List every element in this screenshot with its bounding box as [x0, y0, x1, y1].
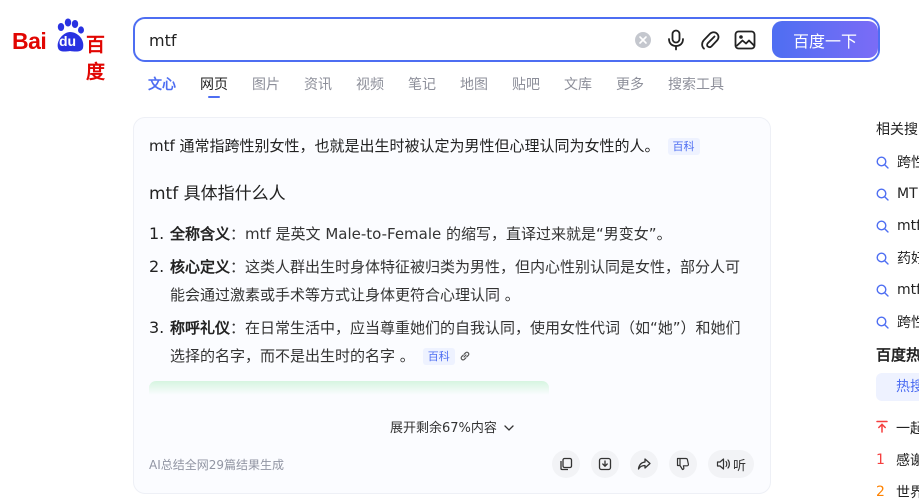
- tab-map[interactable]: 地图: [460, 74, 488, 100]
- tab-images[interactable]: 图片: [252, 74, 280, 100]
- copy-icon: [560, 457, 573, 471]
- search-icon: [876, 251, 889, 265]
- hot-search-tab[interactable]: 热搜: [876, 373, 919, 401]
- image-search-icon[interactable]: [734, 29, 756, 51]
- related-search-item[interactable]: mtf: [876, 210, 919, 242]
- search-box: 百度一下: [133, 17, 880, 62]
- baike-source-tag[interactable]: 百科: [667, 138, 700, 155]
- microphone-icon[interactable]: [665, 29, 687, 51]
- search-icon: [876, 155, 889, 169]
- list-text: ：mtf 是英文 Male-to-Female 的缩写，直译过来就是“男变女”。: [230, 225, 672, 243]
- related-search-text: MT: [897, 186, 918, 202]
- search-icon: [876, 283, 889, 297]
- expand-more-button[interactable]: 展开剩余67%内容: [134, 417, 770, 436]
- download-icon: [598, 457, 612, 471]
- save-button[interactable]: [591, 450, 619, 478]
- logo-text-bai: Bai: [12, 28, 47, 54]
- tab-news[interactable]: 资讯: [304, 74, 332, 100]
- list-text: ：这类人群出生时身体特征被归类为男性，但内心性别认同是女性，部分人可能会通过激素…: [170, 258, 741, 304]
- fade-preview: [149, 381, 549, 395]
- ai-summary-text: mtf 通常指跨性别女性，也就是出生时被认定为男性但心理认同为女性的人。: [149, 137, 660, 155]
- search-icon: [876, 315, 889, 329]
- list-term: 称呼礼仪: [170, 319, 231, 337]
- related-search-item[interactable]: mtf: [876, 274, 919, 306]
- list-term: 核心定义: [170, 258, 231, 276]
- list-item: 2. 核心定义：这类人群出生时身体特征被归类为男性，但内心性别认同是女性，部分人…: [149, 253, 754, 309]
- list-text: ：在日常生活中，应当尊重她们的自我认同，使用女性代词（如“她”）和她们选择的名字…: [170, 319, 741, 365]
- ai-actions: 听: [541, 450, 754, 478]
- tab-more[interactable]: 更多: [616, 74, 644, 100]
- dislike-button[interactable]: [669, 450, 697, 478]
- related-search-text: 跨性: [897, 155, 919, 171]
- pinned-top-icon: [876, 420, 896, 437]
- related-searches-list: 跨性 MT mtf 药好 mtf 跨性: [876, 146, 919, 338]
- list-term: 全称含义: [170, 225, 231, 243]
- tab-video[interactable]: 视频: [356, 74, 384, 100]
- related-search-item[interactable]: 跨性: [876, 306, 919, 338]
- logo-text-du: du: [59, 33, 77, 49]
- list-item: 1. 全称含义：mtf 是英文 Male-to-Female 的缩写，直译过来就…: [149, 220, 754, 248]
- tab-wenku[interactable]: 文库: [564, 74, 592, 100]
- list-number: 3.: [149, 318, 165, 337]
- search-icon: [876, 187, 889, 201]
- list-number: 1.: [149, 224, 165, 243]
- tab-tieba[interactable]: 贴吧: [512, 74, 540, 100]
- speaker-icon: [716, 458, 730, 470]
- search-icon: [876, 219, 889, 233]
- search-button[interactable]: 百度一下: [772, 21, 878, 58]
- share-icon: [637, 458, 651, 470]
- hot-rank: 1: [876, 452, 885, 468]
- related-search-item[interactable]: MT: [876, 178, 919, 210]
- hot-search-item[interactable]: 一起: [876, 412, 919, 444]
- baike-source-tag[interactable]: 百科: [422, 348, 455, 365]
- related-search-text: mtf: [897, 218, 919, 234]
- related-search-text: mtf: [897, 282, 919, 298]
- hot-search-item[interactable]: 2 世界: [876, 476, 919, 499]
- ai-generated-note: AI总结全网29篇结果生成: [149, 458, 285, 472]
- hot-search-title: 百度热: [876, 346, 919, 364]
- baidu-logo[interactable]: Bai du 百度: [12, 18, 116, 83]
- clear-icon[interactable]: [632, 29, 654, 51]
- related-searches-title: 相关搜: [876, 122, 918, 138]
- hot-search-item[interactable]: 1 感谢: [876, 444, 919, 476]
- listen-button[interactable]: 听: [708, 450, 754, 478]
- logo-text-baidu-cn: 百度: [86, 34, 106, 83]
- copy-button[interactable]: [552, 450, 580, 478]
- search-input[interactable]: [149, 29, 609, 51]
- hot-search-text: 感谢: [896, 453, 919, 469]
- ai-summary-card: mtf 通常指跨性别女性，也就是出生时被认定为男性但心理认同为女性的人。 百科 m…: [133, 117, 771, 494]
- hot-search-text: 一起: [896, 421, 919, 437]
- thumbs-down-icon: [676, 457, 690, 471]
- search-tabs: 文心 网页 图片 资讯 视频 笔记 地图 贴吧 文库 更多 搜索工具: [148, 74, 748, 100]
- related-search-item[interactable]: 跨性: [876, 146, 919, 178]
- related-search-text: 跨性: [897, 315, 919, 331]
- ai-list: 1. 全称含义：mtf 是英文 Male-to-Female 的缩写，直译过来就…: [149, 220, 754, 376]
- tab-notes[interactable]: 笔记: [408, 74, 436, 100]
- section-title: mtf 具体指什么人: [149, 184, 286, 204]
- list-number: 2.: [149, 257, 165, 276]
- link-icon[interactable]: [459, 343, 471, 371]
- ai-summary: mtf 通常指跨性别女性，也就是出生时被认定为男性但心理认同为女性的人。 百科: [149, 135, 759, 157]
- related-search-text: 药好: [897, 251, 919, 267]
- hot-search-text: 世界: [896, 485, 919, 499]
- tab-web[interactable]: 网页: [200, 74, 228, 100]
- chevron-down-icon: [504, 425, 514, 431]
- attachment-icon[interactable]: [699, 29, 721, 51]
- listen-label: 听: [732, 458, 746, 474]
- tab-wenxin[interactable]: 文心: [148, 74, 176, 100]
- related-search-item[interactable]: 药好: [876, 242, 919, 274]
- expand-label: 展开剩余67%内容: [389, 421, 497, 436]
- hot-search-list: 一起 1 感谢 2 世界: [876, 412, 919, 499]
- share-button[interactable]: [630, 450, 658, 478]
- tab-search-tools[interactable]: 搜索工具: [668, 74, 724, 100]
- list-item: 3. 称呼礼仪：在日常生活中，应当尊重她们的自我认同，使用女性代词（如“她”）和…: [149, 314, 754, 371]
- hot-rank: 2: [876, 484, 885, 499]
